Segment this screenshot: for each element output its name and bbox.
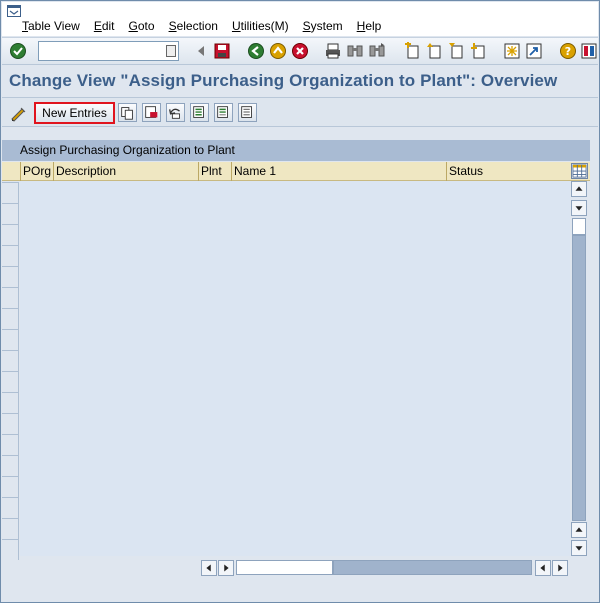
row-selector[interactable] bbox=[2, 287, 19, 308]
row-selector[interactable] bbox=[2, 497, 19, 518]
horizontal-scroll-track[interactable] bbox=[333, 560, 532, 575]
find-next-icon[interactable] bbox=[368, 42, 386, 60]
previous-page-icon[interactable] bbox=[425, 42, 443, 60]
last-page-icon[interactable] bbox=[469, 42, 487, 60]
row-selector[interactable] bbox=[2, 476, 19, 497]
command-history-icon[interactable] bbox=[166, 45, 176, 57]
table-body bbox=[20, 181, 570, 556]
print-icon[interactable] bbox=[324, 42, 342, 60]
scrollbar-thumb-top[interactable] bbox=[572, 218, 586, 235]
customize-layout-icon[interactable] bbox=[580, 42, 598, 60]
column-header-description[interactable]: Description bbox=[53, 162, 198, 181]
shortcut-icon[interactable] bbox=[525, 42, 543, 60]
menu-edit[interactable]: Edit bbox=[94, 19, 115, 33]
row-selector[interactable] bbox=[2, 224, 19, 245]
scroll-up-icon[interactable] bbox=[571, 200, 587, 216]
row-selector[interactable] bbox=[2, 182, 19, 203]
scroll-left-end-icon[interactable] bbox=[535, 560, 551, 576]
row-selector[interactable] bbox=[2, 329, 19, 350]
vertical-scrollbar[interactable] bbox=[571, 181, 587, 556]
select-all-icon[interactable] bbox=[190, 103, 209, 122]
scroll-right-end-icon[interactable] bbox=[552, 560, 568, 576]
row-selector[interactable] bbox=[2, 434, 19, 455]
enter-icon[interactable] bbox=[9, 42, 27, 60]
row-selector[interactable] bbox=[2, 413, 19, 434]
row-selector[interactable] bbox=[2, 539, 19, 560]
row-selector[interactable] bbox=[2, 266, 19, 287]
row-selector[interactable] bbox=[2, 455, 19, 476]
vertical-scroll-track[interactable] bbox=[572, 235, 586, 521]
new-entries-button[interactable]: New Entries bbox=[34, 102, 115, 124]
deselect-all-icon[interactable] bbox=[238, 103, 257, 122]
exit-icon[interactable] bbox=[269, 42, 287, 60]
command-input[interactable] bbox=[41, 43, 161, 59]
application-toolbar: New Entries bbox=[2, 97, 598, 127]
first-page-icon[interactable] bbox=[403, 42, 421, 60]
menu-goto[interactable]: Goto bbox=[129, 19, 155, 33]
table-settings-icon[interactable] bbox=[571, 163, 588, 179]
column-header-status[interactable]: Status bbox=[446, 162, 570, 181]
scroll-right-icon[interactable] bbox=[218, 560, 234, 576]
select-block-icon[interactable] bbox=[214, 103, 233, 122]
column-header-plnt[interactable]: Plnt bbox=[198, 162, 231, 181]
help-icon[interactable]: ? bbox=[559, 42, 577, 60]
table-header-row: POrg Description Plnt Name 1 Status bbox=[2, 162, 590, 181]
command-field[interactable] bbox=[38, 41, 179, 61]
save-icon[interactable] bbox=[213, 42, 231, 60]
menu-help[interactable]: Help bbox=[357, 19, 382, 33]
select-all-header[interactable] bbox=[2, 162, 20, 181]
back-icon[interactable] bbox=[247, 42, 265, 60]
scroll-last-icon[interactable] bbox=[571, 540, 587, 556]
standard-toolbar: ? bbox=[2, 37, 598, 65]
table-title: Assign Purchasing Organization to Plant bbox=[2, 140, 590, 161]
scroll-first-icon[interactable] bbox=[571, 181, 587, 197]
row-selector[interactable] bbox=[2, 245, 19, 266]
next-page-icon[interactable] bbox=[447, 42, 465, 60]
row-selector[interactable] bbox=[2, 392, 19, 413]
row-selector[interactable] bbox=[2, 308, 19, 329]
undo-icon[interactable] bbox=[166, 103, 185, 122]
row-selector[interactable] bbox=[2, 203, 19, 224]
scroll-down-icon[interactable] bbox=[571, 522, 587, 538]
system-menu-icon[interactable] bbox=[7, 5, 21, 17]
back-arrow-small-icon[interactable] bbox=[192, 42, 210, 60]
find-icon[interactable] bbox=[346, 42, 364, 60]
row-selector[interactable] bbox=[2, 518, 19, 539]
column-header-name1[interactable]: Name 1 bbox=[231, 162, 446, 181]
horizontal-scroll-thumb[interactable] bbox=[236, 560, 333, 575]
edit-icon[interactable] bbox=[9, 104, 28, 123]
menu-bar: Table View Edit Goto Selection Utilities… bbox=[2, 2, 598, 36]
page-title: Change View "Assign Purchasing Organizat… bbox=[9, 71, 558, 90]
column-header-porg[interactable]: POrg bbox=[20, 162, 53, 181]
cancel-icon[interactable] bbox=[291, 42, 309, 60]
row-selector[interactable] bbox=[2, 350, 19, 371]
delete-icon[interactable] bbox=[142, 103, 161, 122]
svg-text:?: ? bbox=[565, 45, 571, 58]
menu-selection[interactable]: Selection bbox=[169, 19, 218, 33]
sap-window: Table View Edit Goto Selection Utilities… bbox=[0, 0, 600, 603]
menu-table-view[interactable]: Table View bbox=[22, 19, 80, 33]
menu-utilities[interactable]: Utilities(M) bbox=[232, 19, 289, 33]
create-session-icon[interactable] bbox=[503, 42, 521, 60]
row-selector[interactable] bbox=[2, 371, 19, 392]
copy-as-icon[interactable] bbox=[118, 103, 137, 122]
menu-system[interactable]: System bbox=[303, 19, 343, 33]
scroll-left-icon[interactable] bbox=[201, 560, 217, 576]
